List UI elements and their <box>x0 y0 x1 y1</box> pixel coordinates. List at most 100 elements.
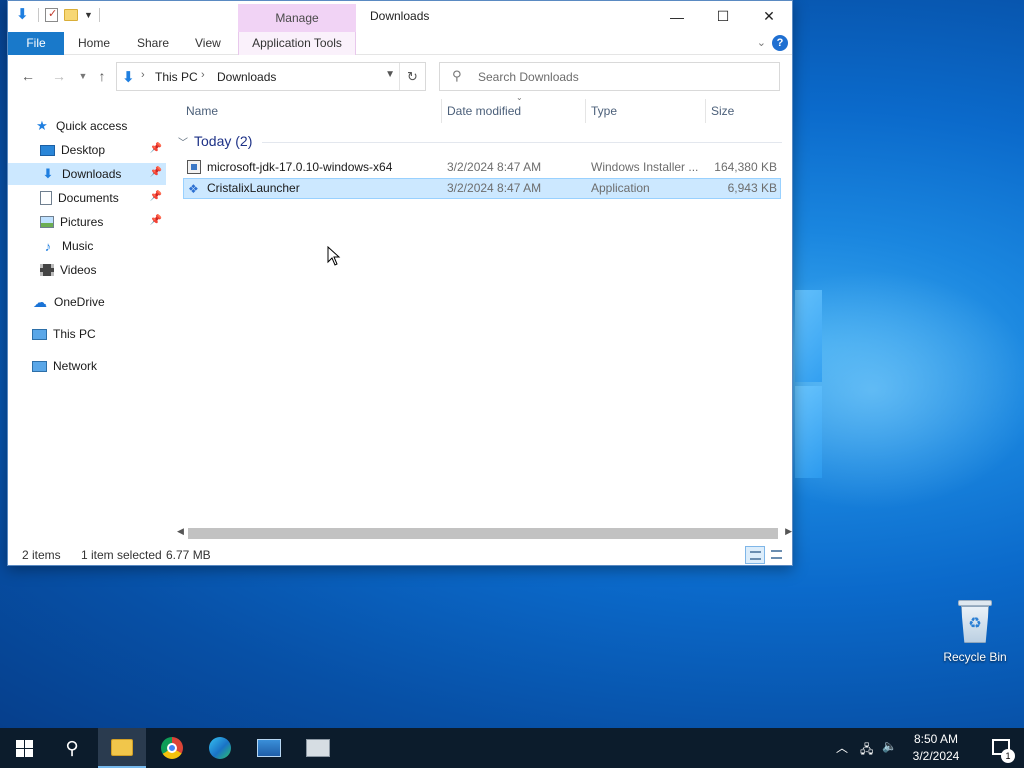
volume-muted-icon[interactable]: 🔈 <box>882 739 897 753</box>
taskbar-file-explorer[interactable] <box>98 728 146 768</box>
taskbar-search-button[interactable]: ⚲ <box>48 728 96 768</box>
properties-icon[interactable] <box>45 7 58 22</box>
column-divider[interactable] <box>441 99 442 123</box>
nav-item-desktop[interactable]: Desktop 📌 <box>8 139 166 161</box>
selection-size: 6.77 MB <box>166 548 211 562</box>
file-date: 3/2/2024 8:47 AM <box>447 160 542 174</box>
search-box[interactable]: ⚲ <box>439 62 780 91</box>
item-count: 2 items <box>22 548 61 562</box>
breadcrumb-this-pc[interactable]: This PC <box>155 70 198 84</box>
tab-view[interactable]: View <box>195 32 221 55</box>
details-view-button[interactable] <box>745 546 765 564</box>
breadcrumb-separator-icon[interactable]: › <box>141 69 145 81</box>
large-icons-view-button[interactable] <box>767 546 787 564</box>
nav-label: Documents <box>58 191 119 205</box>
column-header-name[interactable]: Name <box>186 97 218 125</box>
scroll-right-icon[interactable]: ▶ <box>785 526 792 537</box>
group-divider <box>262 142 782 143</box>
nav-network[interactable]: Network <box>8 355 166 377</box>
breadcrumb-downloads[interactable]: Downloads <box>217 70 276 84</box>
large-icons-view-icon <box>771 550 782 559</box>
show-hidden-icons-chevron-icon[interactable]: ︿ <box>836 739 848 756</box>
nav-item-downloads[interactable]: ⬇ Downloads 📌 <box>8 163 166 185</box>
nav-this-pc[interactable]: This PC <box>8 323 166 345</box>
nav-item-documents[interactable]: Documents 📌 <box>8 187 166 209</box>
breadcrumb-separator-icon[interactable]: › <box>201 69 205 81</box>
videos-icon <box>40 264 54 276</box>
nav-label: OneDrive <box>54 295 105 309</box>
tab-manage[interactable]: Manage <box>238 4 356 32</box>
back-arrow-icon[interactable]: ← <box>17 65 39 87</box>
new-folder-icon[interactable] <box>64 9 78 21</box>
toolbar-divider <box>98 8 100 22</box>
expand-ribbon-chevron-icon[interactable]: ⌄ <box>757 36 766 49</box>
nav-label: Network <box>53 359 98 373</box>
address-bar[interactable]: ⬇ › This PC › Downloads ▼ ↻ <box>116 62 426 91</box>
download-folder-icon[interactable]: ⬇ <box>16 7 32 23</box>
pictures-icon <box>40 216 54 228</box>
windows-logo-icon <box>15 739 33 757</box>
scroll-left-icon[interactable]: ◀ <box>177 526 184 537</box>
file-list: Name ⌄ Date modified Type Size ﹀ Today (2… <box>174 93 792 527</box>
minimize-button[interactable]: — <box>654 1 700 32</box>
taskbar-edge[interactable] <box>196 728 244 768</box>
file-name: CristalixLauncher <box>207 181 300 195</box>
tab-application-tools[interactable]: Application Tools <box>238 32 356 55</box>
column-header-type[interactable]: Type <box>591 97 617 125</box>
address-history-chevron-icon[interactable]: ▼ <box>385 69 395 80</box>
downloads-icon: ⬇ <box>42 166 54 181</box>
column-divider[interactable] <box>705 99 706 123</box>
horizontal-scrollbar[interactable]: ◀ ▶ <box>174 525 792 542</box>
selection-count: 1 item selected <box>81 548 162 562</box>
file-row[interactable]: microsoft-jdk-17.0.10-windows-x64 3/2/20… <box>183 157 781 178</box>
file-type: Application <box>591 181 650 195</box>
search-icon: ⚲ <box>65 737 79 758</box>
cloud-icon: ☁ <box>33 293 47 310</box>
clock-time[interactable]: 8:50 AM <box>906 732 966 746</box>
help-icon[interactable]: ? <box>772 35 788 51</box>
tab-share[interactable]: Share <box>137 32 169 55</box>
nav-item-videos[interactable]: Videos <box>8 259 166 281</box>
edge-icon <box>209 737 231 759</box>
file-name: microsoft-jdk-17.0.10-windows-x64 <box>207 160 393 174</box>
nav-label: This PC <box>53 327 96 341</box>
close-button[interactable]: ✕ <box>746 1 792 32</box>
computer-icon <box>32 328 47 340</box>
chrome-icon <box>161 737 183 759</box>
column-header-size[interactable]: Size <box>711 97 734 125</box>
refresh-icon[interactable]: ↻ <box>399 63 425 90</box>
application-window-icon <box>306 739 330 757</box>
nav-item-pictures[interactable]: Pictures 📌 <box>8 211 166 233</box>
taskbar-app[interactable] <box>294 728 342 768</box>
group-header-today[interactable]: ﹀ Today (2) <box>178 133 252 149</box>
nav-quick-access[interactable]: ★ Quick access <box>8 115 166 137</box>
column-divider[interactable] <box>585 99 586 123</box>
tab-home[interactable]: Home <box>78 32 110 55</box>
nav-label: Music <box>62 239 94 253</box>
file-row-selected[interactable]: ❖ CristalixLauncher 3/2/2024 8:47 AM App… <box>183 178 781 199</box>
tab-file[interactable]: File <box>8 32 64 55</box>
pin-icon: 📌 <box>149 143 162 154</box>
customize-toolbar-chevron-icon[interactable]: ▼ <box>84 10 93 20</box>
taskbar-app[interactable] <box>245 728 293 768</box>
start-button[interactable] <box>0 728 48 768</box>
navigation-pane: ★ Quick access Desktop 📌 ⬇ Downloads 📌 D… <box>8 99 166 529</box>
network-status-icon[interactable]: 🖧 <box>860 740 873 761</box>
forward-arrow-icon[interactable]: → <box>48 65 70 87</box>
wallpaper-logo-pane <box>795 386 822 478</box>
scrollbar-thumb[interactable] <box>188 528 778 539</box>
taskbar-chrome[interactable] <box>148 728 196 768</box>
search-icon: ⚲ <box>452 68 462 83</box>
recycle-bin-shortcut[interactable]: ♻ Recycle Bin <box>940 600 1010 664</box>
maximize-button[interactable]: ☐ <box>700 1 746 32</box>
column-header-date-modified[interactable]: Date modified <box>447 97 521 125</box>
downloads-location-icon: ⬇ <box>122 69 135 86</box>
nav-label: Quick access <box>56 119 128 133</box>
clock-date[interactable]: 3/2/2024 <box>906 749 966 763</box>
up-arrow-icon[interactable]: ↑ <box>91 65 113 87</box>
ribbon-tabs: File Home Share View Application Tools ⌄… <box>8 32 792 55</box>
nav-item-music[interactable]: ♪ Music <box>8 235 166 257</box>
nav-onedrive[interactable]: ☁ OneDrive <box>8 291 166 313</box>
nav-label: Pictures <box>60 215 104 229</box>
search-input[interactable] <box>478 68 768 86</box>
